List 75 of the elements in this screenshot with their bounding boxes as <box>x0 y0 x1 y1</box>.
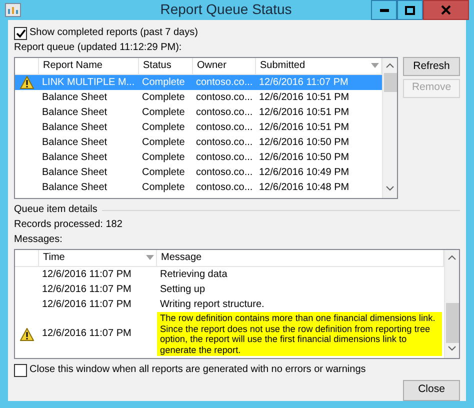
maximize-button[interactable] <box>397 0 423 20</box>
row-cell-text: Complete <box>141 106 186 120</box>
close-button[interactable] <box>423 0 469 20</box>
row-cell-text: Balance Sheet <box>41 121 108 135</box>
message-text: Retrieving data <box>159 268 228 282</box>
column-header[interactable]: Status <box>139 58 193 74</box>
row-cell-text: Complete <box>141 181 186 195</box>
checkbox-label: Show completed reports (past 7 days) <box>30 26 198 40</box>
row-cell-text: 12/6/2016 10:51 PM <box>258 91 350 105</box>
list-row[interactable]: Balance Sheet Complete contoso.co... 12/6/2016 10:48 PM <box>15 180 382 195</box>
row-cell-text: 12/6/2016 11:07 PM <box>258 76 350 90</box>
scroll-thumb[interactable] <box>446 303 458 343</box>
row-cell-text: LINK MULTIPLE M... <box>41 76 136 90</box>
row-cell-text: Balance Sheet <box>41 91 108 105</box>
section-label: Queue item details <box>14 204 98 216</box>
checkbox[interactable] <box>14 364 27 377</box>
list-row[interactable]: Balance Sheet Complete contoso.co... 12/6/2016 10:51 PM <box>15 105 382 120</box>
row-cell-text: contoso.co... <box>195 91 254 105</box>
checkbox[interactable] <box>14 26 27 40</box>
row-cell-text: 12/6/2016 11:07 PM <box>41 268 132 282</box>
section-label: Messages: <box>14 234 64 246</box>
close-dialog-button[interactable]: Close <box>403 380 460 400</box>
list-row[interactable]: Balance Sheet Complete contoso.co... 12/6/2016 10:50 PM <box>15 135 382 150</box>
row-cell-text: 12/6/2016 10:51 PM <box>258 121 350 135</box>
window-title: Report Queue Status <box>159 1 293 19</box>
column-header[interactable]: Time <box>39 250 157 266</box>
row-cell-text: contoso.co... <box>195 106 254 120</box>
row-cell-text: Complete <box>141 91 186 105</box>
row-cell-text: Complete <box>141 136 186 150</box>
column-header[interactable]: Owner <box>193 58 256 74</box>
list-row[interactable]: Balance Sheet Complete contoso.co... 12/6/2016 10:51 PM <box>15 120 382 135</box>
row-cell-text: 12/6/2016 10:50 PM <box>258 136 350 150</box>
column-header[interactable]: Report Name <box>39 58 139 74</box>
row-cell-text: Balance Sheet <box>41 106 108 120</box>
row-cell-text: Complete <box>141 76 186 90</box>
close-icon <box>441 5 451 15</box>
row-cell-text: 12/6/2016 11:07 PM <box>41 326 132 341</box>
row-cell-text: 12/6/2016 10:49 PM <box>258 166 350 180</box>
message-text: Setting up <box>159 283 206 297</box>
row-cell-text: 12/6/2016 10:50 PM <box>258 151 350 165</box>
row-cell-text: 12/6/2016 11:07 PM <box>41 283 132 297</box>
scrollbar[interactable] <box>382 58 397 198</box>
row-cell-text: Balance Sheet <box>41 166 108 180</box>
row-cell-text: Complete <box>141 121 186 135</box>
row-cell-text: contoso.co... <box>195 166 254 180</box>
action-button[interactable]: Refresh <box>403 57 460 76</box>
list-row[interactable]: Balance Sheet Complete contoso.co... 12/6/2016 10:50 PM <box>15 150 382 165</box>
row-cell-text: contoso.co... <box>195 136 254 150</box>
checkbox-label: Close this window when all reports are generated with no errors or warnings <box>30 364 366 377</box>
records-processed-text: Records processed: 182 <box>14 219 124 232</box>
message-text: The row definition contains more than one financial dimensions link. Since the report does not use the row definition from reporting tree option, the report will use the first financial dimensions link to generate the report. <box>157 312 442 356</box>
row-cell-text: 12/6/2016 10:51 PM <box>258 106 350 120</box>
row-cell-text: Balance Sheet <box>41 136 108 150</box>
app-icon <box>5 2 21 18</box>
warning-icon <box>20 76 34 89</box>
row-cell-text: contoso.co... <box>195 151 254 165</box>
maximize-icon <box>405 6 415 14</box>
row-cell-text: contoso.co... <box>195 76 254 90</box>
row-cell-text: Balance Sheet <box>41 181 108 195</box>
list-row[interactable]: Balance Sheet Complete contoso.co... 12/6/2016 10:51 PM <box>15 90 382 105</box>
row-cell-text: 12/6/2016 11:07 PM <box>41 298 132 312</box>
row-cell-text: contoso.co... <box>195 121 254 135</box>
row-cell-text: Complete <box>141 166 186 180</box>
section-label: Report queue (updated 11:12:29 PM): <box>14 42 183 54</box>
warning-icon <box>20 328 34 340</box>
row-cell-text: contoso.co... <box>195 181 254 195</box>
message-text: Writing report structure. <box>159 298 266 312</box>
row-cell-text: Balance Sheet <box>41 151 108 165</box>
row-cell-text: 12/6/2016 10:48 PM <box>258 181 350 195</box>
minimize-icon <box>380 8 388 12</box>
minimize-button[interactable] <box>371 0 397 20</box>
row-cell-text: Complete <box>141 151 186 165</box>
scrollbar[interactable] <box>444 250 459 358</box>
list-row[interactable]: Balance Sheet Complete contoso.co... 12/6/2016 10:49 PM <box>15 165 382 180</box>
scroll-thumb[interactable] <box>384 73 396 92</box>
